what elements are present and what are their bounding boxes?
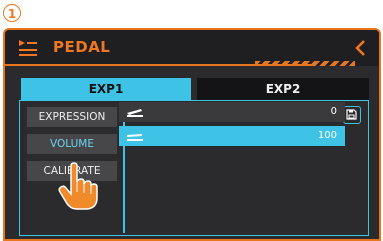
pedal-down-icon [127,134,143,141]
page-title: PEDAL [53,38,111,56]
volume-max-value: 100 [317,130,337,141]
pedal-icon [19,40,37,56]
step-number-badge: 1 [3,4,21,22]
back-button[interactable] [351,36,369,58]
save-icon [346,109,357,120]
volume-min-row[interactable]: 0 [119,102,345,122]
save-button[interactable] [343,106,361,124]
tab-exp1[interactable]: EXP1 [21,78,191,100]
title-bar: PEDAL [5,30,379,66]
menu-item-volume[interactable]: VOLUME [27,134,117,154]
hand-pointer-icon [58,162,98,210]
volume-min-value: 0 [330,106,337,117]
tab-exp2[interactable]: EXP2 [197,78,369,100]
pedal-screen: PEDAL EXP1 EXP2 EXPRESSION VOLUME CALIBR… [3,28,381,241]
menu-item-expression[interactable]: EXPRESSION [27,107,117,127]
volume-max-row[interactable]: 100 [119,126,345,146]
title-hatch-decoration [255,61,355,66]
chevron-left-icon [355,40,365,56]
expression-tabs: EXP1 EXP2 [21,78,369,100]
pedal-up-icon [127,109,143,117]
